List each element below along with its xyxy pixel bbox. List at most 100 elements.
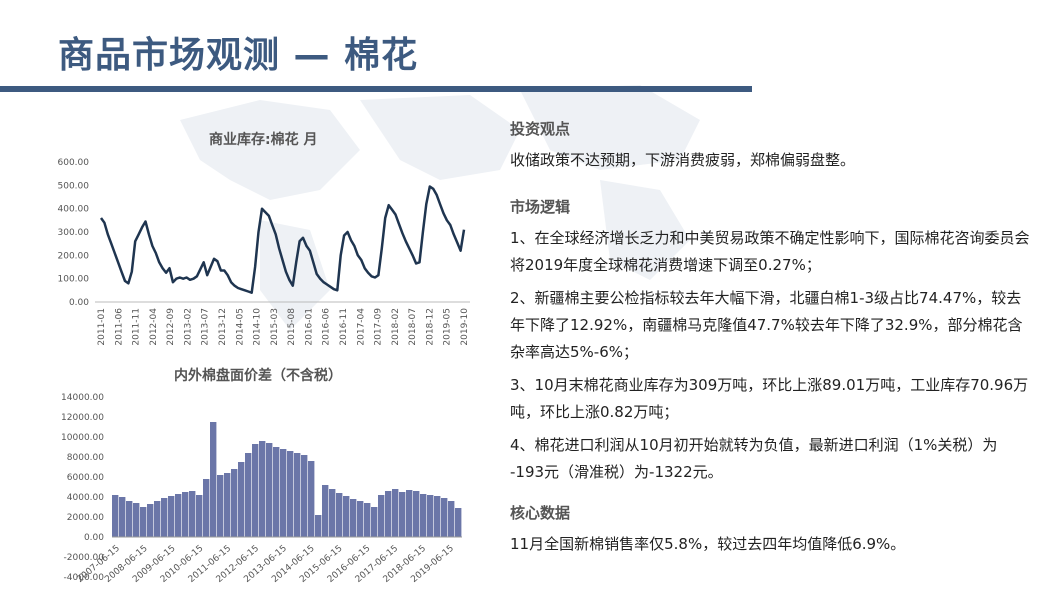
y-tick-label: 300.00 xyxy=(58,228,90,238)
section-paragraph: 3、10月末棉花商业库存为309万吨，环比上涨89.01万吨，工业库存70.96… xyxy=(510,376,1029,421)
spread-bar xyxy=(168,496,175,537)
x-tick-label: 2018-02 xyxy=(391,308,401,346)
y-tick-label: 0.00 xyxy=(69,298,89,308)
x-tick-label: 2016-01 xyxy=(304,308,314,346)
spread-bar xyxy=(406,490,413,537)
y-tick-label: 6000.00 xyxy=(67,473,104,483)
x-tick-label: 2015-08 xyxy=(287,308,297,346)
x-tick-label: 2018-12 xyxy=(425,308,435,346)
y-tick-label: 4000.00 xyxy=(67,493,104,503)
spread-bar xyxy=(455,508,462,537)
y-tick-label: 400.00 xyxy=(58,205,90,215)
spread-bar xyxy=(196,495,203,537)
chart2-title: 内外棉盘面价差（不含税） xyxy=(174,368,342,384)
x-tick-label: 2015-03 xyxy=(270,308,280,346)
spread-bar xyxy=(189,491,196,537)
spread-bar xyxy=(357,501,364,537)
section-heading: 投资观点 xyxy=(510,120,571,138)
y-tick-label: 200.00 xyxy=(58,251,90,261)
spread-bar xyxy=(350,499,357,537)
title-underline xyxy=(0,86,752,92)
chart1-title: 商业库存:棉花 月 xyxy=(209,132,318,148)
spread-bar xyxy=(392,489,399,537)
spread-bar xyxy=(371,507,378,537)
section-paragraph: 收储政策不达预期，下游消费疲弱，郑棉偏弱盘整。 xyxy=(510,151,856,169)
x-tick-label: 2011-11 xyxy=(132,308,142,346)
y-tick-label: 14000.00 xyxy=(61,393,104,403)
x-tick-label: 2014-10 xyxy=(253,308,263,346)
section-paragraph: 4、棉花进口利润从10月初开始就转为负值，最新进口利润（1%关税）为 -193元… xyxy=(510,436,998,481)
inventory-series-line xyxy=(99,185,466,294)
x-tick-label: 2011-01 xyxy=(97,308,107,346)
spread-bar xyxy=(308,461,315,537)
spread-bar xyxy=(112,495,119,537)
x-tick-label: 2013-02 xyxy=(183,308,193,346)
spread-bar xyxy=(231,469,238,537)
spread-bar xyxy=(294,453,301,537)
analysis-panel: 投资观点收储政策不达预期，下游消费疲弱，郑棉偏弱盘整。 市场逻辑 1、在全球经济增长… xyxy=(510,118,1030,564)
section-paragraph: 2、新疆棉主要公检指标较去年大幅下滑，北疆白棉1-3级占比74.47%，较去年下… xyxy=(510,289,1023,361)
y-tick-label: 100.00 xyxy=(58,275,90,285)
spread-bar xyxy=(385,491,392,537)
spread-bar xyxy=(427,495,434,537)
spread-bar xyxy=(245,453,252,537)
x-tick-label: 2018-07 xyxy=(408,308,418,346)
spread-bar xyxy=(224,473,231,537)
y-tick-label: 2000.00 xyxy=(67,513,104,523)
spread-bar xyxy=(420,494,427,537)
spread-bar xyxy=(280,449,287,537)
x-tick-label: 2014-05 xyxy=(235,308,245,346)
spread-bar xyxy=(287,451,294,537)
spread-bar xyxy=(266,443,273,537)
page-title: 商品市场观测 — 棉花 xyxy=(58,35,419,76)
x-tick-label: 2012-09 xyxy=(166,308,176,346)
spread-bar xyxy=(154,501,161,537)
spread-bar xyxy=(448,501,455,537)
spread-bar xyxy=(343,496,350,537)
spread-bar xyxy=(273,447,280,537)
spread-bar xyxy=(399,492,406,537)
spread-bar xyxy=(364,503,371,537)
spread-bar xyxy=(147,504,154,537)
y-tick-label: 12000.00 xyxy=(61,413,104,423)
spread-bar xyxy=(336,493,343,537)
x-tick-label: 2012-04 xyxy=(149,308,159,346)
spread-bar xyxy=(301,455,308,537)
spread-bar xyxy=(252,444,259,537)
x-tick-label: 2019-10 xyxy=(460,308,470,346)
section-paragraph: 11月全国新棉销售率仅5.8%，较过去四年均值降低6.9%。 xyxy=(510,535,906,553)
x-tick-label: 2013-07 xyxy=(201,308,211,346)
spread-bar xyxy=(133,503,140,537)
spread-bar xyxy=(315,515,322,537)
spread-bar xyxy=(441,498,448,537)
y-tick-label: 600.00 xyxy=(58,158,90,168)
x-tick-label: 2017-09 xyxy=(374,308,384,346)
x-tick-label: 2019-05 xyxy=(443,308,453,346)
spread-bar xyxy=(259,441,266,537)
y-tick-label: 8000.00 xyxy=(67,453,104,463)
spread-bar xyxy=(322,485,329,537)
price-spread-bar-chart: -4000.00-2000.000.002000.004000.006000.0… xyxy=(61,393,462,585)
section-paragraph: 1、在全球经济增长乏力和中美贸易政策不确定性影响下，国际棉花咨询委员会将2019… xyxy=(510,229,1030,274)
section-heading: 市场逻辑 xyxy=(510,198,571,216)
spread-bar xyxy=(203,479,210,537)
x-tick-label: 2013-12 xyxy=(218,308,228,346)
y-tick-label: 0.00 xyxy=(84,533,104,543)
spread-bar xyxy=(413,491,420,537)
x-tick-label: 2016-11 xyxy=(339,308,349,346)
y-tick-label: 10000.00 xyxy=(61,433,104,443)
spread-bar xyxy=(175,494,182,537)
inventory-line-chart: 0.00 100.00 200.00 300.00 400.00 500.00 600.00… xyxy=(58,158,470,346)
spread-bar xyxy=(217,475,224,537)
spread-bar xyxy=(210,422,217,537)
spread-bar xyxy=(434,496,441,537)
section-heading: 核心数据 xyxy=(510,504,571,522)
spread-bar xyxy=(378,495,385,537)
spread-bar xyxy=(182,492,189,537)
x-tick-label: 2011-06 xyxy=(114,308,124,346)
spread-bar xyxy=(329,489,336,537)
y-tick-label: 500.00 xyxy=(58,181,90,191)
x-tick-label: 2017-04 xyxy=(356,308,366,346)
spread-bar xyxy=(126,501,133,537)
spread-bar xyxy=(238,462,245,537)
